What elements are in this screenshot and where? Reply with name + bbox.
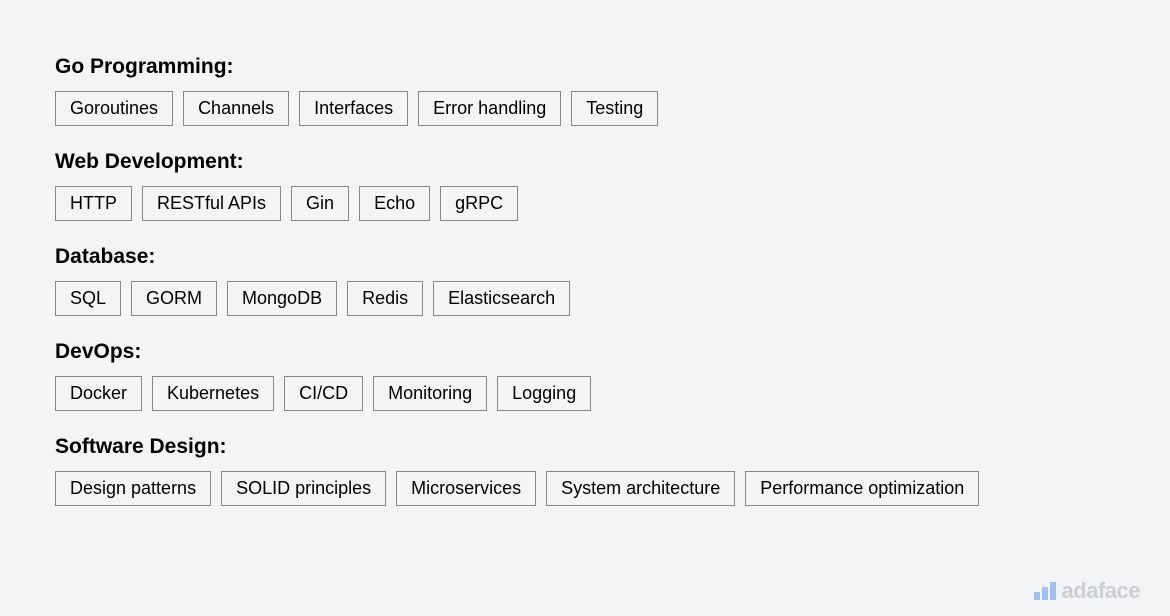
skill-tag: Redis bbox=[347, 281, 423, 316]
watermark-logo-icon bbox=[1034, 582, 1056, 600]
skill-tag: Docker bbox=[55, 376, 142, 411]
watermark: adaface bbox=[1034, 578, 1140, 604]
skill-tag: Goroutines bbox=[55, 91, 173, 126]
category-title: Go Programming: bbox=[55, 55, 1115, 79]
skill-tag: Design patterns bbox=[55, 471, 211, 506]
skill-tag: Performance optimization bbox=[745, 471, 979, 506]
tags-container: Design patterns SOLID principles Microserv… bbox=[55, 471, 1115, 506]
skill-tag: Testing bbox=[571, 91, 658, 126]
skill-tag: Echo bbox=[359, 186, 430, 221]
tags-container: Docker Kubernetes CI/CD Monitoring Logging bbox=[55, 376, 1115, 411]
skill-tag: RESTful APIs bbox=[142, 186, 281, 221]
tags-container: SQL GORM MongoDB Redis Elasticsearch bbox=[55, 281, 1115, 316]
skill-tag: GORM bbox=[131, 281, 217, 316]
skill-tag: Monitoring bbox=[373, 376, 487, 411]
category: DevOps: Docker Kubernetes CI/CD Monitoring Lo… bbox=[55, 340, 1115, 411]
tags-container: HTTP RESTful APIs Gin Echo gRPC bbox=[55, 186, 1115, 221]
category: Database: SQL GORM MongoDB Redis Elasticsearc… bbox=[55, 245, 1115, 316]
watermark-text: adaface bbox=[1062, 578, 1140, 604]
skill-tag: gRPC bbox=[440, 186, 518, 221]
category-title: Web Development: bbox=[55, 150, 1115, 174]
skill-tag: System architecture bbox=[546, 471, 735, 506]
category: Software Design: Design patterns SOLID pri… bbox=[55, 435, 1115, 506]
skill-tag: SQL bbox=[55, 281, 121, 316]
category: Go Programming: Goroutines Channels Interfa… bbox=[55, 55, 1115, 126]
skill-tag: Error handling bbox=[418, 91, 561, 126]
skill-tag: HTTP bbox=[55, 186, 132, 221]
category: Web Development: HTTP RESTful APIs Gin Echog… bbox=[55, 150, 1115, 221]
skill-tag: Logging bbox=[497, 376, 591, 411]
skill-tag: Elasticsearch bbox=[433, 281, 570, 316]
category-title: Database: bbox=[55, 245, 1115, 269]
skill-tag: SOLID principles bbox=[221, 471, 386, 506]
skill-tag: Gin bbox=[291, 186, 349, 221]
skill-tag: Interfaces bbox=[299, 91, 408, 126]
skill-tag: Microservices bbox=[396, 471, 536, 506]
skill-tag: Channels bbox=[183, 91, 289, 126]
category-title: Software Design: bbox=[55, 435, 1115, 459]
skill-tag: CI/CD bbox=[284, 376, 363, 411]
skill-tag: MongoDB bbox=[227, 281, 337, 316]
skill-tag: Kubernetes bbox=[152, 376, 274, 411]
tags-container: Goroutines Channels Interfaces Error handli… bbox=[55, 91, 1115, 126]
category-title: DevOps: bbox=[55, 340, 1115, 364]
